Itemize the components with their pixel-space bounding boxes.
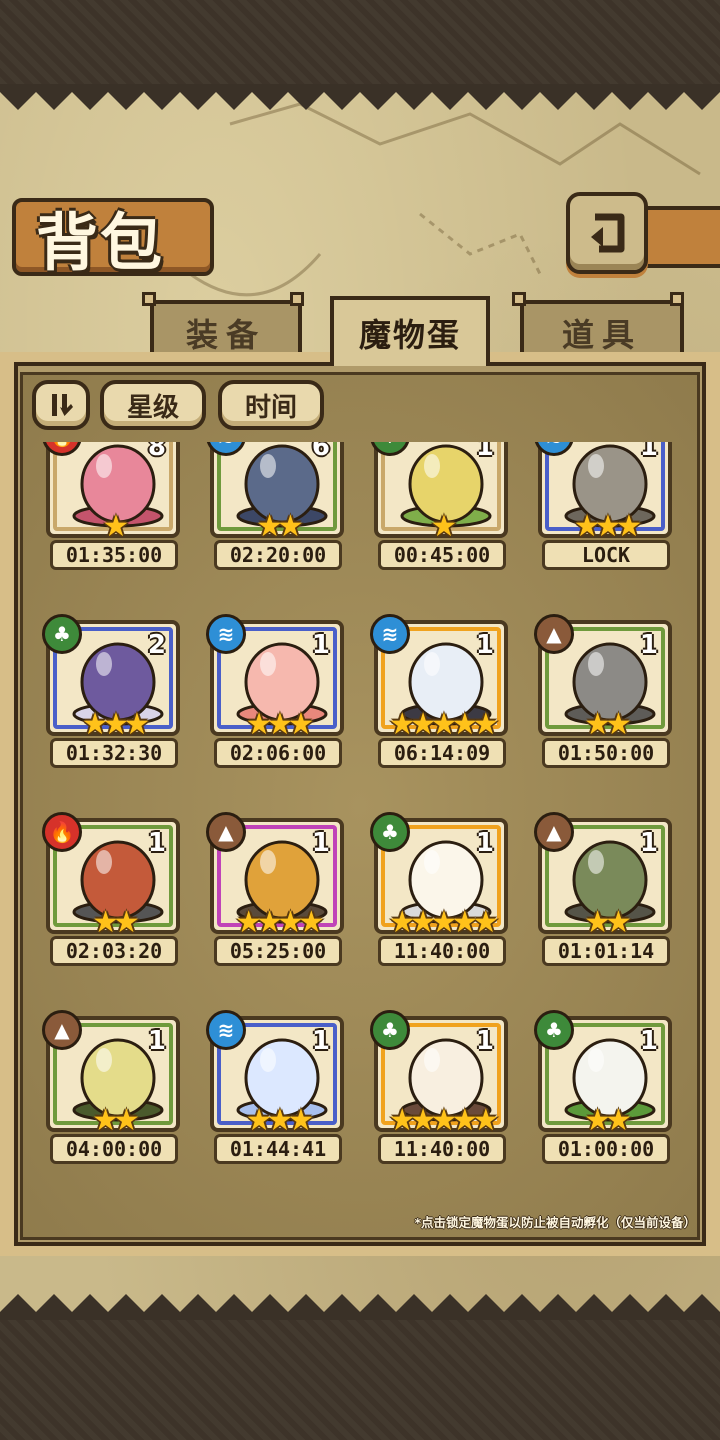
egg-slot[interactable]: 2 ♣ ★★★ 01:32:30 [42,614,186,800]
tab-rivet [290,292,304,306]
star-rating: ★★★ [81,707,151,742]
element-water-icon: ≋ [370,614,410,654]
egg-count: 1 [311,828,330,858]
egg-count: 1 [311,1026,330,1056]
back-button[interactable] [566,192,648,274]
element-earth-icon: ▲ [534,614,574,654]
sort-button-label: 星级 [126,392,179,423]
egg-slot[interactable]: 1 ▲ ★★ 01:01:14 [534,812,678,998]
star-rating: ★ [430,509,458,544]
star-rating: ★★★★★ [388,1103,499,1138]
hatch-time: 02:03:20 [50,936,178,966]
sort-order-button[interactable] [32,380,90,430]
star-rating: ★★★★ [235,905,325,940]
hatch-time: 01:35:00 [50,540,178,570]
tab-label: 道具 [561,316,642,354]
egg-slot[interactable]: 1 ≋ ★★★★★ 06:14:09 [370,614,514,800]
sort-toggle-icon [52,394,73,416]
hatch-time: 01:44:41 [214,1134,342,1164]
element-earth-icon: ▲ [534,812,574,852]
star-rating: ★★ [92,905,140,940]
hatch-time: 02:20:00 [214,540,342,570]
hatch-time: 00:45:00 [378,540,506,570]
star-rating: ★★ [584,905,632,940]
return-arrow-icon [591,213,625,253]
hatch-time: 06:14:09 [378,738,506,768]
egg-slot[interactable]: 1 ≋ ★★★ 01:44:41 [206,1010,350,1182]
egg-slot[interactable]: 1 ≋ ★★★ 02:06:00 [206,614,350,800]
element-grass-icon: ♣ [534,1010,574,1050]
star-rating: ★★ [584,1103,632,1138]
hatch-time: 02:06:00 [214,738,342,768]
egg-slot[interactable]: 1 ▲ ★★ 04:00:00 [42,1010,186,1182]
element-grass-icon: ♣ [370,1010,410,1050]
bottom-zigzag-edge [0,1294,720,1320]
element-earth-icon: ▲ [42,1010,82,1050]
egg-slot[interactable]: 1 🔥 ★★ 02:03:20 [42,812,186,998]
egg-count: 8 [147,442,166,462]
hatch-time: 04:00:00 [50,1134,178,1164]
element-earth-icon: ▲ [206,812,246,852]
hatch-time: 01:01:14 [542,936,670,966]
tab-label: 魔物蛋 [358,316,461,354]
bottom-map-strip [0,1300,720,1440]
egg-count: 1 [475,1026,494,1056]
tab-label: 装备 [185,316,266,354]
hatch-time: LOCK [542,540,670,570]
star-rating: ★★ [256,509,304,544]
egg-slot[interactable]: 1≋★★★LOCK [534,442,678,602]
element-grass-icon: ♣ [370,812,410,852]
tab-rivet [512,292,526,306]
page-title: 背包 [36,206,165,279]
star-rating: ★ [102,509,130,544]
egg-count: 1 [311,630,330,660]
element-water-icon: ≋ [206,614,246,654]
element-fire-icon: 🔥 [42,812,82,852]
hatch-time: 11:40:00 [378,1134,506,1164]
egg-slot[interactable]: 1 ▲ ★★★★ 05:25:00 [206,812,350,998]
tab-rivet [142,292,156,306]
element-grass-icon: ♣ [42,614,82,654]
hatch-time: 01:50:00 [542,738,670,768]
egg-count: 1 [147,1026,166,1056]
element-water-icon: ≋ [206,1010,246,1050]
egg-slot[interactable]: 1 ♣ ★★★★★ 11:40:00 [370,1010,514,1182]
egg-count: 1 [639,442,658,462]
tab-monster-eggs[interactable]: 魔物蛋 [330,296,490,366]
star-rating: ★★★ [245,1103,315,1138]
hatch-time: 05:25:00 [214,936,342,966]
egg-count: 1 [475,442,494,462]
sort-by-time-button[interactable]: 时间 [218,380,324,430]
sort-button-label: 时间 [244,392,297,423]
star-rating: ★★★★★ [388,707,499,742]
egg-slot[interactable]: 8🔥★01:35:00 [42,442,186,602]
star-rating: ★★ [92,1103,140,1138]
egg-slot[interactable]: 1 ♣ ★★★★★ 11:40:00 [370,812,514,998]
egg-count: 1 [639,1026,658,1056]
egg-count: 1 [639,828,658,858]
egg-count: 2 [147,630,166,660]
star-rating: ★★★ [245,707,315,742]
back-button-bar [640,206,720,268]
star-rating: ★★ [584,707,632,742]
hatch-time: 01:32:30 [50,738,178,768]
egg-count: 1 [147,828,166,858]
egg-slot[interactable]: 1♣★00:45:00 [370,442,514,602]
hatch-time: 01:00:00 [542,1134,670,1164]
egg-count: 1 [475,828,494,858]
top-zigzag-edge [0,84,720,110]
egg-count: 6 [311,442,330,462]
egg-slot[interactable]: 6≋★★02:20:00 [206,442,350,602]
star-rating: ★★★★★ [388,905,499,940]
sort-by-stars-button[interactable]: 星级 [100,380,206,430]
egg-count: 1 [475,630,494,660]
tab-rivet [670,292,684,306]
star-rating: ★★★ [573,509,643,544]
hatch-time: 11:40:00 [378,936,506,966]
egg-slot[interactable]: 1 ▲ ★★ 01:50:00 [534,614,678,800]
egg-grid: 8🔥★01:35:006≋★★02:20:001♣★00:45:001≋★★★L… [28,442,692,1182]
egg-count: 1 [639,630,658,660]
lock-hint-text: *点击锁定魔物蛋以防止被自动孵化（仅当前设备） [414,1215,696,1230]
egg-slot[interactable]: 1 ♣ ★★ 01:00:00 [534,1010,678,1182]
